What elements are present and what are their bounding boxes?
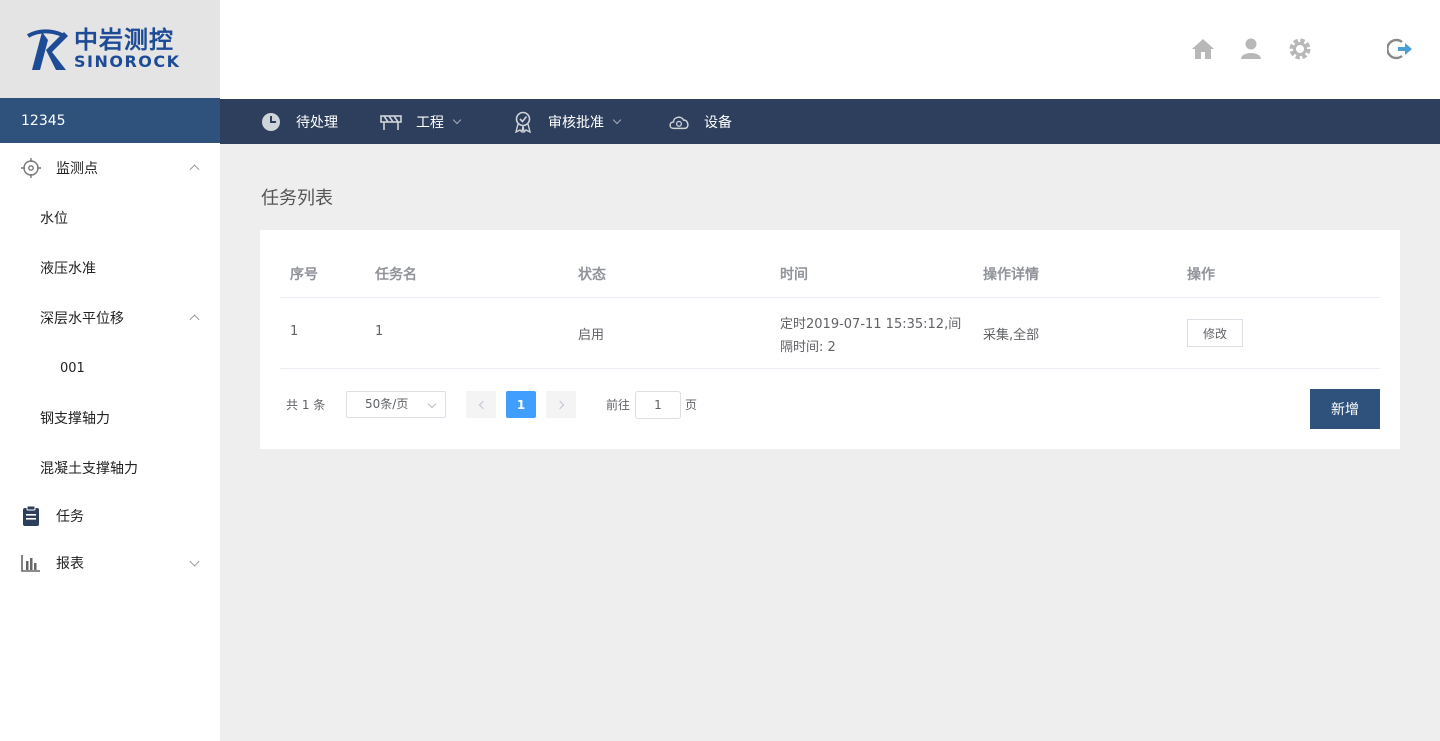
sidebar-item-monitoring-points[interactable]: 监测点 — [0, 143, 220, 193]
column-header-action: 操作 — [1187, 267, 1215, 283]
nav-item-label: 工程 — [416, 114, 444, 131]
sidebar-menu: 监测点 水位 液压水准 深层水平位移 001 钢支撑轴力 混凝土支撑轴力 任务 — [0, 143, 220, 587]
pagination: 共 1 条 50条/页 1 前往 页 新增 — [260, 389, 1400, 429]
page-suffix: 页 — [685, 398, 698, 412]
chevron-up-icon — [189, 314, 200, 325]
chevron-down-icon — [189, 556, 200, 567]
sidebar-item-label: 深层水平位移 — [40, 311, 124, 327]
column-header-detail: 操作详情 — [983, 267, 1039, 283]
sidebar-item-label: 监测点 — [56, 161, 98, 177]
edit-button[interactable]: 修改 — [1187, 319, 1243, 347]
sidebar-item-concrete-support-force[interactable]: 混凝土支撑轴力 — [0, 443, 220, 493]
column-header-index: 序号 — [290, 267, 318, 283]
sidebar-item-steel-support-force[interactable]: 钢支撑轴力 — [0, 393, 220, 443]
sinorock-logo-mark — [22, 26, 70, 72]
sidebar: 中岩测控 SINOROCK 12345 监测点 水位 液压水准 深层水平位移 0… — [0, 0, 220, 741]
nav-item-approval[interactable]: 审核批准 — [512, 99, 622, 144]
table-row: 1 1 启用 定时2019-07-11 15:35:12,间 隔时间: 2 采集… — [280, 298, 1380, 369]
sidebar-item-hydraulic-leveling[interactable]: 液压水准 — [0, 243, 220, 293]
target-icon — [20, 157, 42, 179]
badge-icon — [512, 111, 534, 133]
sidebar-item-label: 钢支撑轴力 — [40, 411, 110, 427]
nav-item-label: 设备 — [704, 114, 732, 131]
cell-status: 启用 — [578, 328, 605, 343]
cloud-camera-icon — [668, 111, 690, 133]
sidebar-item-label: 001 — [60, 360, 85, 376]
chevron-down-icon — [452, 115, 462, 124]
logo-text-cn: 中岩测控 — [74, 26, 174, 54]
column-header-status: 状态 — [578, 267, 606, 283]
cell-detail: 采集,全部 — [983, 328, 1040, 343]
sidebar-item-tasks[interactable]: 任务 — [0, 493, 220, 539]
sidebar-item-label: 任务 — [56, 509, 84, 525]
clock-icon — [260, 111, 282, 133]
chevron-right-icon — [555, 400, 564, 409]
next-page-button[interactable] — [546, 391, 576, 418]
task-table-card: 序号 任务名 状态 时间 操作详情 操作 1 1 启用 定时2019-07-11… — [260, 230, 1400, 449]
sidebar-item-deep-horizontal-displacement[interactable]: 深层水平位移 — [0, 293, 220, 343]
cell-time-line1: 定时2019-07-11 15:35:12,间 — [780, 317, 962, 332]
nav-item-project[interactable]: 工程 — [380, 99, 462, 144]
column-header-time: 时间 — [780, 267, 808, 283]
username: 12345 — [21, 112, 66, 129]
pagination-total: 共 1 条 — [286, 398, 326, 412]
nav-item-pending[interactable]: 待处理 — [260, 99, 338, 144]
sidebar-item-reports[interactable]: 报表 — [0, 539, 220, 587]
bar-chart-icon — [20, 552, 42, 574]
nav-item-devices[interactable]: 设备 — [668, 99, 732, 144]
nav-item-label: 待处理 — [296, 114, 338, 131]
prev-page-button[interactable] — [466, 391, 496, 418]
sidebar-item-label: 液压水准 — [40, 261, 96, 277]
page-size-value: 50条/页 — [365, 397, 409, 411]
sidebar-item-label: 报表 — [56, 556, 84, 572]
chevron-up-icon — [189, 164, 200, 175]
goto-page-input[interactable] — [635, 391, 681, 419]
barrier-icon — [380, 111, 402, 133]
user-bar: 12345 — [0, 98, 220, 143]
sidebar-item-water-level[interactable]: 水位 — [0, 193, 220, 243]
header — [220, 0, 1440, 99]
column-header-task-name: 任务名 — [375, 267, 417, 283]
goto-label: 前往 — [606, 398, 631, 412]
page-number-button[interactable]: 1 — [506, 391, 536, 418]
chevron-left-icon — [478, 400, 487, 409]
cell-index: 1 — [290, 324, 299, 339]
clipboard-icon — [20, 505, 42, 527]
cell-time-line2: 隔时间: 2 — [780, 340, 836, 355]
user-icon[interactable] — [1238, 36, 1264, 62]
top-nav: 待处理 工程 审核批准 设备 — [220, 99, 1440, 144]
page-size-select[interactable]: 50条/页 — [346, 391, 446, 418]
gear-icon[interactable] — [1287, 36, 1313, 62]
add-button[interactable]: 新增 — [1310, 389, 1380, 429]
chevron-down-icon — [612, 115, 622, 124]
page-title: 任务列表 — [261, 188, 333, 209]
sidebar-item-label: 水位 — [40, 211, 68, 227]
cell-task-name: 1 — [375, 324, 384, 339]
table-header: 序号 任务名 状态 时间 操作详情 操作 — [280, 252, 1380, 298]
nav-item-label: 审核批准 — [548, 114, 604, 131]
logo: 中岩测控 SINOROCK — [0, 0, 220, 98]
sidebar-item-001[interactable]: 001 — [0, 343, 220, 393]
logout-icon[interactable] — [1386, 36, 1413, 62]
chevron-down-icon — [427, 399, 437, 409]
sidebar-item-label: 混凝土支撑轴力 — [40, 461, 138, 477]
home-icon[interactable] — [1190, 36, 1216, 62]
logo-text-en: SINOROCK — [74, 52, 181, 71]
